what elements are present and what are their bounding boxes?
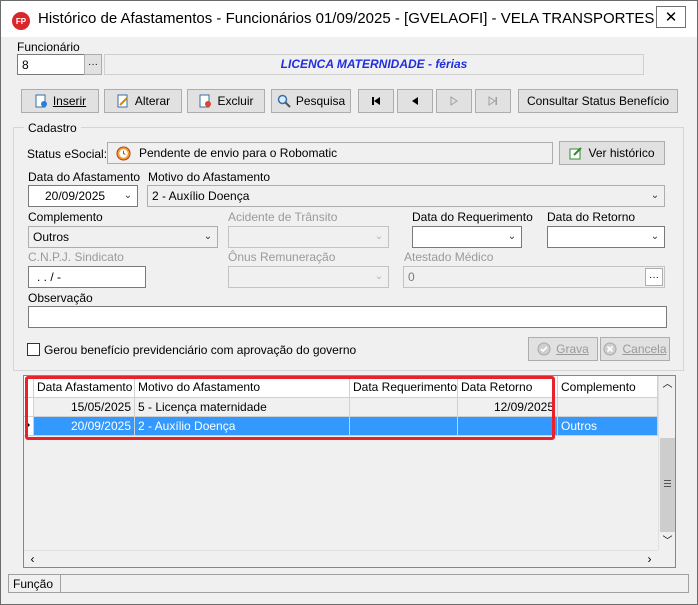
first-record-button[interactable] xyxy=(358,89,394,113)
chevron-down-icon[interactable]: ⌄ xyxy=(648,230,662,244)
window-title: Histórico de Afastamentos - Funcionários… xyxy=(38,10,680,27)
clock-icon xyxy=(116,145,131,161)
chevron-up-icon[interactable]: ︿ xyxy=(659,376,676,393)
complemento-value: Outros xyxy=(33,230,70,244)
chevron-down-icon: ⌄ xyxy=(374,271,384,282)
cadastro-legend: Cadastro xyxy=(24,121,81,135)
ver-historico-label: Ver histórico xyxy=(588,146,655,160)
funcionario-code-input[interactable]: 8 xyxy=(17,54,85,75)
column-header-complemento[interactable]: Complemento xyxy=(558,376,658,398)
status-esocial-label: Status eSocial: xyxy=(27,147,108,161)
skip-last-icon xyxy=(488,96,497,106)
chevron-left-icon[interactable]: ‹ xyxy=(24,551,41,568)
magnifier-icon xyxy=(277,94,291,108)
observacao-label: Observação xyxy=(28,291,93,305)
cnpj-sindicato-input[interactable]: . . / - xyxy=(28,266,146,288)
scrollbar-thumb[interactable] xyxy=(660,438,675,532)
inserir-label: Inserir xyxy=(52,94,87,108)
consultar-status-label: Consultar Status Benefício xyxy=(526,94,670,108)
cnpj-sindicato-label: C.N.P.J. Sindicato xyxy=(28,250,124,264)
close-button[interactable]: ✕ xyxy=(656,6,686,28)
status-divider xyxy=(60,575,61,592)
ver-historico-button[interactable]: Ver histórico xyxy=(559,141,665,165)
check-circle-icon xyxy=(537,342,551,356)
alterar-label: Alterar xyxy=(134,94,171,108)
complemento-select[interactable]: Outros ⌄ xyxy=(28,226,218,248)
beneficio-checkbox-label: Gerou benefício previdenciário com aprov… xyxy=(44,343,357,357)
edit-document-icon xyxy=(117,94,128,108)
observacao-input[interactable] xyxy=(28,306,667,328)
triangle-right-icon xyxy=(450,96,458,106)
vertical-scrollbar[interactable]: ︿ ﹀ xyxy=(658,376,675,550)
grava-button[interactable]: Grava xyxy=(528,337,598,361)
chevron-down-icon[interactable]: ⌄ xyxy=(505,230,519,244)
consultar-status-button[interactable]: Consultar Status Benefício xyxy=(518,89,678,113)
atestado-medico-input[interactable]: 0 xyxy=(403,266,665,288)
cancela-label: Cancela xyxy=(622,342,667,356)
app-logo-icon: FP xyxy=(12,12,30,30)
pesquisa-button[interactable]: Pesquisa xyxy=(271,89,351,113)
chevron-down-icon[interactable]: ⌄ xyxy=(121,189,135,203)
next-record-button[interactable] xyxy=(436,89,472,113)
data-requerimento-input[interactable]: ⌄ xyxy=(412,226,522,248)
cancel-circle-icon xyxy=(603,342,617,356)
document-new-icon xyxy=(35,94,47,108)
atestado-medico-value: 0 xyxy=(408,270,415,284)
funcionario-lookup-button[interactable]: ··· xyxy=(84,54,102,75)
data-requerimento-label: Data do Requerimento xyxy=(412,210,533,224)
pesquisa-label: Pesquisa xyxy=(295,94,346,108)
acidente-transito-label: Acidente de Trânsito xyxy=(228,210,338,224)
ellipsis-icon: ··· xyxy=(88,59,98,70)
data-afastamento-value: 20/09/2025 xyxy=(45,189,106,203)
onus-remuneracao-select[interactable]: ⌄ xyxy=(228,266,389,288)
acidente-transito-select[interactable]: ⌄ xyxy=(228,226,389,248)
beneficio-checkbox[interactable] xyxy=(27,343,40,356)
data-afastamento-label: Data do Afastamento xyxy=(28,170,141,184)
status-esocial-value: Pendente de envio para o Robomatic xyxy=(139,146,338,160)
data-afastamento-input[interactable]: 20/09/2025 ⌄ xyxy=(28,185,138,207)
atestado-medico-label: Atestado Médico xyxy=(404,250,494,264)
last-record-button[interactable] xyxy=(475,89,511,113)
highlight-box xyxy=(25,376,555,440)
ellipsis-icon: ··· xyxy=(649,271,659,283)
complemento-label: Complemento xyxy=(28,210,103,224)
status-esocial-field: Pendente de envio para o Robomatic xyxy=(107,142,553,164)
status-bar-text: Função xyxy=(13,577,54,591)
previous-record-button[interactable] xyxy=(397,89,433,113)
alterar-button[interactable]: Alterar xyxy=(104,89,182,113)
chevron-down-icon: ⌄ xyxy=(374,231,384,242)
history-edit-icon xyxy=(569,147,583,160)
chevron-down-icon[interactable]: ⌄ xyxy=(648,189,662,203)
atestado-lookup-button[interactable]: ··· xyxy=(645,268,663,286)
table-cell[interactable]: Outros xyxy=(558,417,658,436)
excluir-label: Excluir xyxy=(217,94,254,108)
data-retorno-label: Data do Retorno xyxy=(547,210,636,224)
motivo-label: Motivo do Afastamento xyxy=(148,170,271,184)
motivo-value: 2 - Auxílio Doença xyxy=(152,189,250,203)
table-cell[interactable] xyxy=(558,398,658,417)
onus-remuneracao-label: Ônus Remuneração xyxy=(228,250,336,264)
horizontal-scrollbar[interactable]: ‹ › xyxy=(24,550,658,567)
delete-document-icon xyxy=(199,94,212,108)
close-icon: ✕ xyxy=(664,9,678,26)
chevron-down-icon[interactable]: ⌄ xyxy=(201,230,215,244)
chevron-right-icon[interactable]: › xyxy=(641,551,658,568)
status-bar: Função xyxy=(8,574,689,593)
chevron-down-icon[interactable]: ﹀ xyxy=(659,533,676,550)
data-retorno-input[interactable]: ⌄ xyxy=(547,226,665,248)
grava-label: Grava xyxy=(556,342,589,356)
cancela-button[interactable]: Cancela xyxy=(600,337,670,361)
motivo-select[interactable]: 2 - Auxílio Doença ⌄ xyxy=(147,185,665,207)
excluir-button[interactable]: Excluir xyxy=(187,89,265,113)
triangle-left-icon xyxy=(412,97,418,105)
skip-first-icon xyxy=(372,97,380,105)
funcionario-banner: LICENCA MATERNIDADE - férias xyxy=(280,57,468,71)
funcionario-label: Funcionário xyxy=(17,40,80,54)
inserir-button[interactable]: Inserir xyxy=(21,89,99,113)
